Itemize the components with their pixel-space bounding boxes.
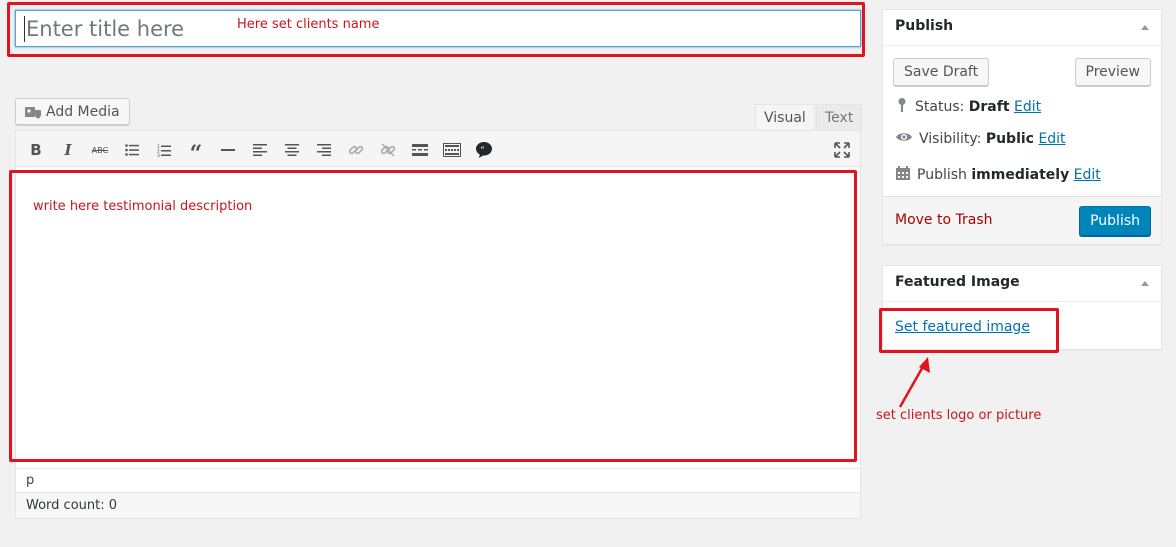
insert-link-icon[interactable] [344, 138, 368, 162]
italic-icon[interactable]: I [56, 138, 80, 162]
publish-box-header[interactable]: Publish [883, 10, 1161, 46]
status-row: Status: Draft Edit [895, 97, 1041, 117]
save-draft-button[interactable]: Save Draft [893, 58, 990, 86]
status-label: Status: [915, 99, 965, 115]
svg-text:“: “ [481, 145, 485, 154]
editor-path: p [15, 468, 861, 493]
fullscreen-icon[interactable] [830, 138, 854, 162]
move-to-trash-link[interactable]: Move to Trash [895, 212, 993, 228]
tab-text[interactable]: Text [816, 104, 863, 130]
collapse-arrow-icon[interactable] [1141, 25, 1149, 30]
title-annotation-box [7, 2, 865, 57]
status-edit-link[interactable]: Edit [1014, 99, 1041, 115]
preview-button[interactable]: Preview [1074, 58, 1151, 86]
add-media-label: Add Media [46, 103, 120, 120]
major-publishing-actions: Move to Trash Publish [883, 196, 1161, 244]
editor-annotation: write here testimonial description [33, 199, 253, 214]
publish-time-value: immediately [971, 167, 1070, 183]
numbered-list-icon[interactable]: 123 [152, 138, 176, 162]
visibility-edit-link[interactable]: Edit [1038, 131, 1065, 147]
horizontal-line-icon[interactable] [216, 138, 240, 162]
comment-bubble-icon[interactable]: “ [472, 138, 496, 162]
arrow-annotation-icon [898, 357, 930, 408]
editor-toolbar: B I ABC 123 “ “ [15, 130, 861, 167]
align-center-icon[interactable] [280, 138, 304, 162]
strikethrough-icon[interactable]: ABC [88, 138, 112, 162]
publish-box: Publish Save Draft Preview Status: Draft… [882, 9, 1162, 245]
featured-image-title: Featured Image [895, 274, 1020, 290]
tab-visual[interactable]: Visual [755, 104, 815, 130]
title-annotation: Here set clients name [237, 17, 380, 32]
collapse-arrow-icon[interactable] [1141, 281, 1149, 286]
publish-button[interactable]: Publish [1079, 206, 1151, 236]
visibility-label: Visibility: [919, 131, 982, 147]
featured-image-annotation: set clients logo or picture [876, 408, 1042, 423]
remove-link-icon[interactable] [376, 138, 400, 162]
publish-box-title: Publish [895, 18, 954, 34]
blockquote-icon[interactable]: “ [184, 138, 208, 167]
word-count: Word count: 0 [15, 493, 861, 519]
toolbar-toggle-icon[interactable] [440, 138, 464, 162]
bold-icon[interactable]: B [24, 138, 48, 162]
align-right-icon[interactable] [312, 138, 336, 162]
media-icon [24, 104, 42, 120]
align-left-icon[interactable] [248, 138, 272, 162]
svg-text:3: 3 [157, 153, 160, 157]
publish-time-edit-link[interactable]: Edit [1074, 167, 1101, 183]
featured-image-header[interactable]: Featured Image [883, 266, 1161, 302]
visibility-row: Visibility: Public Edit [895, 131, 1066, 147]
read-more-icon[interactable] [408, 138, 432, 162]
visibility-value: Public [985, 131, 1034, 147]
bulleted-list-icon[interactable] [120, 138, 144, 162]
publish-time-row: Publish immediately Edit [895, 165, 1101, 185]
publish-time-label: Publish [917, 167, 967, 183]
eye-icon [895, 131, 913, 147]
status-value: Draft [968, 99, 1010, 115]
add-media-button[interactable]: Add Media [15, 98, 130, 125]
calendar-icon [895, 165, 911, 185]
pin-icon [895, 97, 909, 117]
featured-image-annotation-box [879, 308, 1059, 353]
